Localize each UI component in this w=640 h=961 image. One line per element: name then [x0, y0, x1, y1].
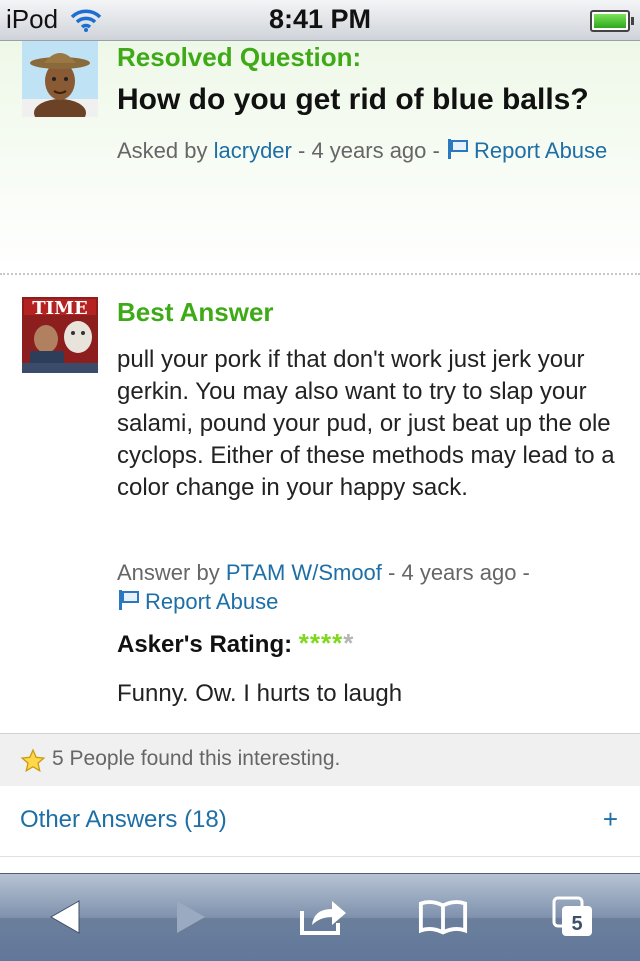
rating-stars: ***** — [299, 628, 355, 658]
answer-body: pull your pork if that don't work just j… — [117, 346, 615, 501]
other-answers-row[interactable]: Other Answers (18) + — [0, 786, 640, 857]
rating-label: Asker's Rating: — [117, 631, 293, 658]
expand-icon[interactable]: + — [603, 804, 618, 835]
forward-arrow-icon — [177, 901, 205, 933]
asker-link[interactable]: lacryder — [214, 138, 292, 163]
answer-meta: Answer by PTAM W/Smoof - 4 years ago - R… — [117, 558, 617, 619]
resolved-question-label: Resolved Question: — [117, 42, 362, 72]
flag-icon[interactable] — [446, 137, 470, 168]
clock: 8:41 PM — [268, 4, 372, 34]
pages-icon: 5 — [552, 896, 592, 936]
rating-star-filled: * — [298, 628, 310, 658]
asker-comment: Funny. Ow. I hurts to laugh — [117, 680, 403, 707]
report-abuse-question-link[interactable]: Report Abuse — [474, 138, 607, 163]
share-button[interactable] — [298, 894, 348, 940]
answerer-avatar[interactable]: TIME — [22, 297, 98, 373]
answer-by-text: Answer by — [117, 560, 220, 585]
question-title: How do you get rid of blue balls? — [117, 83, 589, 116]
forward-button[interactable] — [166, 894, 216, 940]
svg-text:TIME: TIME — [32, 298, 87, 319]
back-arrow-icon — [49, 900, 80, 934]
rating-star-empty: * — [343, 628, 355, 658]
share-icon — [300, 901, 346, 935]
report-abuse-answer-link[interactable]: Report Abuse — [145, 589, 278, 614]
back-button[interactable] — [40, 894, 90, 940]
battery-icon — [590, 10, 634, 32]
tab-count: 5 — [571, 913, 582, 935]
status-bar: iPod 8:41 PM — [0, 0, 640, 41]
star-icon[interactable] — [20, 748, 46, 779]
browser-toolbar: 5 — [0, 873, 640, 961]
tabs-button[interactable]: 5 — [548, 894, 598, 940]
rating-star-filled: * — [321, 628, 333, 658]
question-meta: Asked by lacryder - 4 years ago - Report… — [117, 136, 617, 168]
asker-rating: Asker's Rating: ***** — [117, 628, 354, 659]
asked-by-text: Asked by — [117, 138, 208, 163]
bookmarks-button[interactable] — [418, 894, 468, 940]
rating-star-filled: * — [332, 628, 344, 658]
page-bottom — [0, 857, 640, 873]
rating-star-filled: * — [309, 628, 322, 658]
divider — [0, 273, 640, 275]
best-answer-label: Best Answer — [117, 297, 274, 327]
answer-age: - 4 years ago - — [388, 560, 530, 585]
asker-avatar[interactable] — [22, 41, 98, 117]
flag-icon[interactable] — [117, 588, 141, 619]
other-answers-label[interactable]: Other Answers (18) — [20, 806, 227, 834]
answerer-link[interactable]: PTAM W/Smoof — [226, 560, 382, 585]
asked-age: - 4 years ago - — [298, 138, 440, 163]
bookmarks-book-icon — [418, 900, 468, 935]
interest-bar[interactable]: 5 People found this interesting. — [0, 733, 640, 787]
interest-text: 5 People found this interesting. — [52, 747, 341, 770]
